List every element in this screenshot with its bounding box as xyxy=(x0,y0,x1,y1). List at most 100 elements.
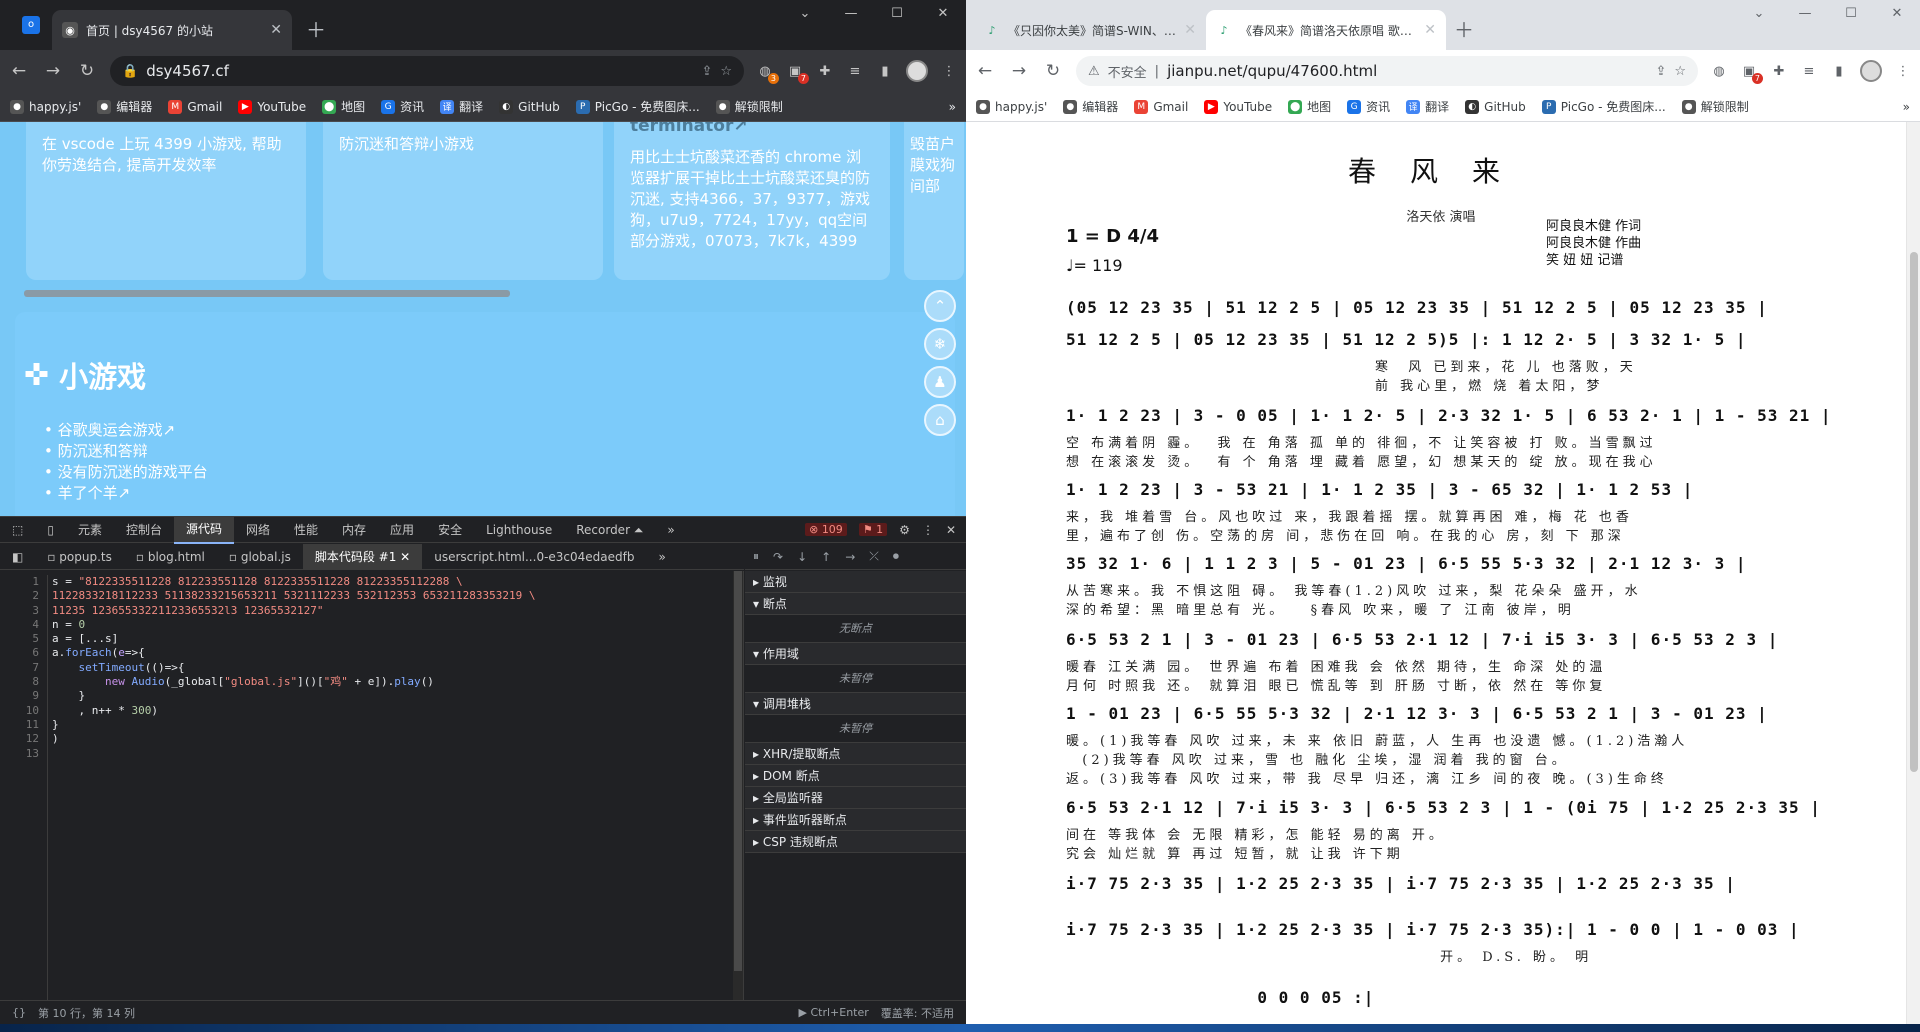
bookmark[interactable]: M Gmail xyxy=(168,99,222,114)
file-tab[interactable]: userscript.html...0-e3c04edaedfb xyxy=(422,544,646,569)
tab-network[interactable]: 网络 xyxy=(234,517,282,543)
close-devtools-icon[interactable]: ✕ xyxy=(946,523,956,537)
list-item[interactable]: 谷歌奥运会游戏↗ xyxy=(44,420,208,441)
shirt-icon[interactable]: ⌂ xyxy=(924,404,956,436)
step-out-icon[interactable]: ↑ xyxy=(821,550,831,564)
list-item[interactable]: 防沉迷和答辩 xyxy=(44,441,208,462)
game-link[interactable]: 谷歌奥运会游戏↗ xyxy=(58,421,176,439)
bookmark[interactable]: ▶ YouTube xyxy=(1204,99,1272,114)
tab-lighthouse[interactable]: Lighthouse xyxy=(474,517,564,543)
error-count-badge[interactable]: ⊗ 109 xyxy=(805,523,847,536)
lock-icon[interactable]: 🔒 xyxy=(122,64,138,79)
page-scrollbar[interactable] xyxy=(1906,122,1920,1024)
section-callstack[interactable]: ▾ 调用堆栈 xyxy=(745,693,966,715)
bookmark[interactable]: ◐ GitHub xyxy=(499,99,560,114)
extension-1-icon[interactable]: ◍ xyxy=(1710,62,1728,80)
close-tab-icon[interactable]: ✕ xyxy=(1184,22,1196,38)
section-watch[interactable]: ▸ 监视 xyxy=(745,571,966,593)
pause-icon[interactable]: ⏸ xyxy=(753,549,759,564)
section-breakpoints[interactable]: ▾ 断点 xyxy=(745,593,966,615)
tab-jianpu-2[interactable]: ♪ 《春风来》简谱洛天依原唱 歌谱... ✕ xyxy=(1206,10,1446,50)
share-icon[interactable]: ⇪ xyxy=(1655,64,1666,79)
star-icon[interactable]: ☆ xyxy=(720,64,732,79)
bell-icon[interactable]: ♟ xyxy=(924,366,956,398)
tab-performance[interactable]: 性能 xyxy=(282,517,330,543)
bookmark[interactable]: M Gmail xyxy=(1134,99,1188,114)
bookmark[interactable]: 译翻译 xyxy=(440,98,483,115)
issue-count-badge[interactable]: ⚑ 1 xyxy=(858,523,888,536)
bookmarks-overflow-icon[interactable]: » xyxy=(949,100,956,114)
code-editor[interactable]: 1 2 3 4 5 6 7 8 9 10 11 12 13 s = "8122335511228 812… xyxy=(0,571,744,1001)
outlook-icon[interactable]: o xyxy=(22,16,40,34)
pause-exceptions-icon[interactable]: ⏺ xyxy=(893,549,899,564)
tab-security[interactable]: 安全 xyxy=(426,517,474,543)
bookmark[interactable]: ● 解锁限制 xyxy=(715,98,783,115)
settings-gear-icon[interactable]: ⚙ xyxy=(899,523,910,537)
step-into-icon[interactable]: ↓ xyxy=(797,550,807,564)
editor-scrollbar[interactable] xyxy=(733,571,743,1001)
tab-application[interactable]: 应用 xyxy=(378,517,426,543)
section-dom[interactable]: ▸ DOM 断点 xyxy=(745,765,966,787)
reload-icon[interactable]: ↻ xyxy=(1042,61,1064,81)
bookmark[interactable]: P PicGo - 免费图床... xyxy=(1541,98,1666,115)
bookmark[interactable]: G 资讯 xyxy=(1347,98,1390,115)
bookmark[interactable]: ▶ YouTube xyxy=(238,99,306,114)
puzzle-icon[interactable]: ✚ xyxy=(816,62,834,80)
bookmarks-overflow-icon[interactable]: » xyxy=(1903,100,1910,114)
snowflake-icon[interactable]: ❄ xyxy=(924,328,956,360)
horizontal-scrollbar[interactable] xyxy=(24,290,510,297)
close-tab-icon[interactable]: ✕ xyxy=(1424,22,1436,38)
file-tab[interactable]: ▫ popup.ts xyxy=(35,544,124,569)
game-link[interactable]: 防沉迷和答辩 xyxy=(58,442,148,460)
extension-1-icon[interactable]: ◍ 3 xyxy=(756,62,779,84)
puzzle-icon[interactable]: ✚ xyxy=(1770,62,1788,80)
project-card[interactable]: 毁苗户膜戏狗间部 xyxy=(904,122,964,280)
sidepanel-icon[interactable]: ▮ xyxy=(876,62,894,80)
share-icon[interactable]: ⇪ xyxy=(701,64,712,79)
tab-home[interactable]: ◉ 首页 | dsy4567 的小站 ✕ xyxy=(52,10,292,50)
maximize-icon[interactable]: ☐ xyxy=(1828,6,1874,21)
bookmark[interactable]: ● 编辑器 xyxy=(1063,98,1118,115)
tab-jianpu-1[interactable]: ♪ 《只因你太美》简谱S-WIN、蔡... ✕ xyxy=(974,10,1206,50)
bookmark[interactable]: 译翻译 xyxy=(1406,98,1449,115)
run-snippet-button[interactable]: ▶ Ctrl+Enter xyxy=(799,1006,869,1019)
bookmark[interactable]: ● happy.js' xyxy=(10,99,81,114)
section-xhr[interactable]: ▸ XHR/提取断点 xyxy=(745,743,966,765)
minimize-icon[interactable]: — xyxy=(828,6,874,21)
bookmark[interactable]: ● 解锁限制 xyxy=(1681,98,1749,115)
reload-icon[interactable]: ↻ xyxy=(76,61,98,81)
device-icon[interactable]: ▯ xyxy=(35,517,66,543)
game-link[interactable]: 没有防沉迷的游戏平台 xyxy=(58,463,208,481)
new-tab-button[interactable]: ＋ xyxy=(306,14,326,43)
queue-icon[interactable]: ≡ xyxy=(846,62,864,80)
bookmark[interactable]: G 资讯 xyxy=(381,98,424,115)
close-window-icon[interactable]: ✕ xyxy=(920,6,966,21)
tab-search-icon[interactable]: ⌄ xyxy=(782,6,828,21)
pretty-print-icon[interactable]: {} xyxy=(12,1006,26,1019)
code-lines[interactable]: s = "8122335511228 812233551128 81223355… xyxy=(52,575,740,747)
section-event[interactable]: ▸ 事件监听器断点 xyxy=(745,809,966,831)
extension-2-icon[interactable]: ▣ 7 xyxy=(1740,62,1763,84)
close-tab-icon[interactable]: ✕ xyxy=(270,22,282,38)
deactivate-breakpoints-icon[interactable]: ⤫ xyxy=(869,549,879,564)
forward-icon[interactable]: → xyxy=(1008,61,1030,81)
back-icon[interactable]: ← xyxy=(974,61,996,81)
inspect-icon[interactable]: ⬚ xyxy=(0,517,35,543)
queue-icon[interactable]: ≡ xyxy=(1800,62,1818,80)
bookmark[interactable]: ⬤ 地图 xyxy=(322,98,365,115)
address-bar[interactable]: ⚠ 不安全 | jianpu.net/qupu/47600.html ⇪ ☆ xyxy=(1076,56,1698,86)
section-global[interactable]: ▸ 全局监听器 xyxy=(745,787,966,809)
game-link[interactable]: 羊了个羊↗ xyxy=(58,484,131,502)
tab-console[interactable]: 控制台 xyxy=(114,517,174,543)
address-bar[interactable]: 🔒 dsy4567.cf ⇪ ☆ xyxy=(110,56,744,86)
bookmark[interactable]: ● 编辑器 xyxy=(97,98,152,115)
list-item[interactable]: 没有防沉迷的游戏平台 xyxy=(44,462,208,483)
toggle-navigator-icon[interactable]: ◧ xyxy=(0,544,35,569)
more-tabs-icon[interactable]: » xyxy=(655,517,686,543)
tab-sources[interactable]: 源代码 xyxy=(173,515,234,544)
project-card[interactable]: 在 vscode 上玩 4399 小游戏, 帮助你劳逸结合, 提高开发效率 xyxy=(26,122,306,280)
list-item[interactable]: 羊了个羊↗ xyxy=(44,483,208,504)
extension-2-icon[interactable]: ▣ 7 xyxy=(786,62,809,84)
back-icon[interactable]: ← xyxy=(8,61,30,81)
tab-memory[interactable]: 内存 xyxy=(330,517,378,543)
